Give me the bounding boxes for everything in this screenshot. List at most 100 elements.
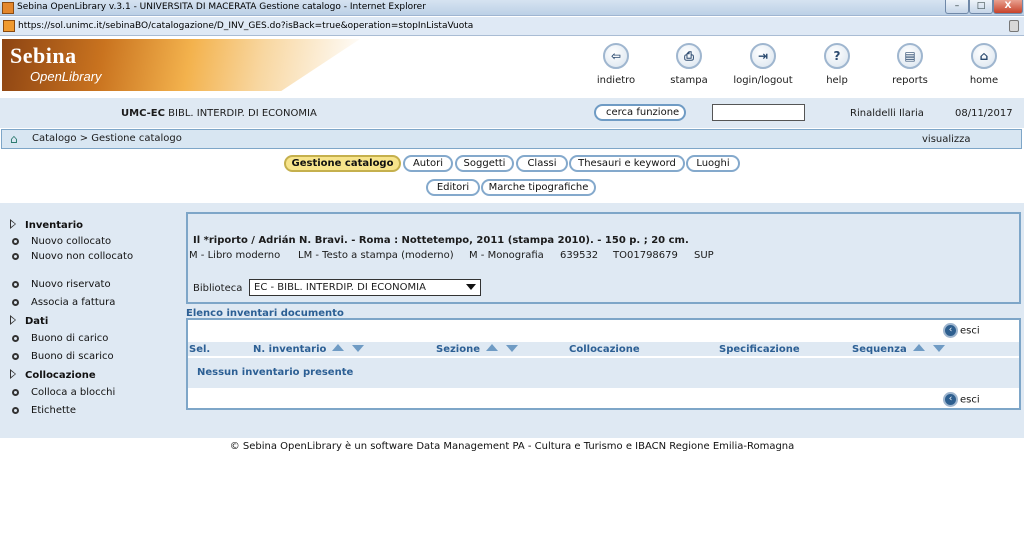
visualizza-link[interactable]: visualizza (922, 134, 971, 145)
esci-label-bottom[interactable]: esci (960, 395, 980, 406)
printer-icon[interactable]: ⎙ (676, 43, 702, 69)
tab-editori[interactable]: Editori (426, 179, 480, 196)
sidebar-item-buono-di-carico[interactable]: Buono di carico (12, 333, 151, 345)
sidebar-item-buono-di-scarico[interactable]: Buono di scarico (12, 351, 151, 363)
question-icon[interactable]: ? (824, 43, 850, 69)
sidebar-group-dati[interactable]: Dati (10, 314, 48, 327)
column-header-n-inventario[interactable]: N. inventario (253, 344, 365, 355)
tab-classi[interactable]: Classi (516, 155, 568, 172)
triangle-right-icon[interactable] (10, 315, 16, 325)
sidebar-item-nuovo-collocato[interactable]: Nuovo collocato (12, 236, 151, 248)
url-text[interactable]: https://sol.unimc.it/sebinaBO/catalogazi… (18, 21, 473, 31)
bullet-circle-icon (12, 281, 19, 288)
sidebar-group-label[interactable]: Inventario (25, 220, 83, 231)
sidebar-item-label[interactable]: Nuovo non collocato (31, 251, 151, 263)
tab-marche-tipografiche[interactable]: Marche tipografiche (481, 179, 596, 196)
main-panel: Il *riporto / Adrián N. Bravi. - Roma : … (186, 212, 1021, 410)
sidebar-group-label[interactable]: Dati (25, 316, 48, 327)
sidebar-item-associa-a-fattura[interactable]: Associa a fattura (12, 297, 151, 309)
sort-descending-icon[interactable] (506, 345, 519, 352)
home-icon[interactable]: ⌂ (971, 43, 997, 69)
sidebar-item-colloca-a-blocchi[interactable]: Colloca a blocchi (12, 387, 151, 399)
column-header-label[interactable]: Specificazione (719, 344, 800, 355)
tab-gestione-catalogo[interactable]: Gestione catalogo (284, 155, 401, 172)
toolbar-indietro-button[interactable]: ⇦ indietro (581, 43, 651, 86)
toolbar-label[interactable]: help (802, 75, 872, 86)
toolbar-label[interactable]: indietro (581, 75, 651, 86)
footer-credits: © Sebina OpenLibrary è un software Data … (229, 441, 795, 452)
column-header-sequenza[interactable]: Sequenza (852, 344, 945, 355)
column-header-sel[interactable]: Sel. (189, 344, 210, 355)
sidebar-item-label[interactable]: Nuovo collocato (31, 236, 151, 248)
user-name: Rinaldelli Ilaria (850, 108, 924, 119)
maximize-button[interactable]: □ (969, 0, 993, 14)
column-header-collocazione[interactable]: Collocazione (569, 344, 640, 355)
minimize-button[interactable]: – (945, 0, 969, 14)
column-header-sezione[interactable]: Sezione (436, 344, 519, 355)
cerca-funzione-input[interactable] (712, 104, 805, 121)
toolbar-stampa-button[interactable]: ⎙ stampa (654, 43, 724, 86)
sort-ascending-icon[interactable] (912, 344, 925, 351)
back-arrow-icon[interactable]: ⇦ (603, 43, 629, 69)
sort-descending-icon[interactable] (932, 345, 945, 352)
toolbar-label[interactable]: home (949, 75, 1019, 86)
breadcrumb[interactable]: Catalogo > Gestione catalogo (32, 133, 182, 144)
esci-button-bottom[interactable]: ‹ esci (943, 392, 980, 407)
column-header-label[interactable]: Sezione (436, 344, 480, 355)
sidebar-group-inventario[interactable]: Inventario (10, 218, 83, 231)
sidebar-item-label[interactable]: Nuovo riservato (31, 279, 151, 291)
sort-ascending-icon[interactable] (332, 344, 345, 351)
toolbar-home-button[interactable]: ⌂ home (949, 43, 1019, 86)
column-header-label[interactable]: Sel. (189, 344, 210, 355)
close-button[interactable]: X (993, 0, 1023, 14)
toolbar-reports-button[interactable]: ▤ reports (875, 43, 945, 86)
sidebar-group-label[interactable]: Collocazione (25, 370, 96, 381)
sidebar-item-nuovo-riservato[interactable]: Nuovo riservato (12, 279, 151, 291)
back-circle-icon[interactable]: ‹ (943, 323, 958, 338)
home-small-icon[interactable]: ⌂ (10, 132, 18, 146)
record-code: TO01798679 (613, 250, 678, 261)
record-status: SUP (694, 250, 714, 261)
sidebar-item-label[interactable]: Associa a fattura (31, 297, 151, 309)
door-icon[interactable]: ⇥ (750, 43, 776, 69)
record-title: Il *riporto / Adrián N. Bravi. - Roma : … (193, 235, 689, 246)
bullet-circle-icon (12, 353, 19, 360)
sort-descending-icon[interactable] (352, 345, 365, 352)
column-header-specificazione[interactable]: Specificazione (719, 344, 800, 355)
triangle-right-icon[interactable] (10, 369, 16, 379)
toolbar-help-button[interactable]: ? help (802, 43, 872, 86)
tab-thesauri-e-keyword[interactable]: Thesauri e keyword (569, 155, 685, 172)
tab-luoghi[interactable]: Luoghi (686, 155, 740, 172)
sidebar-item-label[interactable]: Etichette (31, 405, 151, 417)
documents-icon[interactable]: ▤ (897, 43, 923, 69)
column-header-label[interactable]: N. inventario (253, 344, 326, 355)
page-icon (3, 20, 15, 32)
address-bar[interactable]: https://sol.unimc.it/sebinaBO/catalogazi… (0, 17, 1024, 36)
esci-button-top[interactable]: ‹ esci (943, 323, 980, 338)
sidebar-item-etichette[interactable]: Etichette (12, 405, 151, 417)
cerca-funzione-button[interactable]: cerca funzione (594, 104, 686, 121)
toolbar-label[interactable]: stampa (654, 75, 724, 86)
sidebar-group-collocazione[interactable]: Collocazione (10, 368, 96, 381)
biblioteca-select[interactable]: EC - BIBL. INTERDIP. DI ECONOMIA (249, 279, 481, 296)
sort-ascending-icon[interactable] (486, 344, 499, 351)
sidebar-item-label[interactable]: Buono di scarico (31, 351, 151, 363)
tab-autori[interactable]: Autori (403, 155, 453, 172)
column-header-label[interactable]: Sequenza (852, 344, 907, 355)
back-circle-icon[interactable]: ‹ (943, 392, 958, 407)
sidebar-item-label[interactable]: Buono di carico (31, 333, 151, 345)
column-header-label[interactable]: Collocazione (569, 344, 640, 355)
sidebar-item-nuovo-non-collocato[interactable]: Nuovo non collocato (12, 251, 151, 263)
triangle-right-icon[interactable] (10, 219, 16, 229)
bullet-circle-icon (12, 335, 19, 342)
toolbar-login-logout-button[interactable]: ⇥ login/logout (728, 43, 798, 86)
inventory-empty-row: Nessun inventario presente (188, 358, 1019, 388)
lock-icon[interactable] (1009, 20, 1019, 32)
esci-label-top[interactable]: esci (960, 326, 980, 337)
chevron-down-icon[interactable] (466, 284, 476, 290)
toolbar-label[interactable]: login/logout (728, 75, 798, 86)
logo-line1: Sebina (10, 43, 77, 68)
sidebar-item-label[interactable]: Colloca a blocchi (31, 387, 151, 399)
tab-soggetti[interactable]: Soggetti (455, 155, 514, 172)
toolbar-label[interactable]: reports (875, 75, 945, 86)
